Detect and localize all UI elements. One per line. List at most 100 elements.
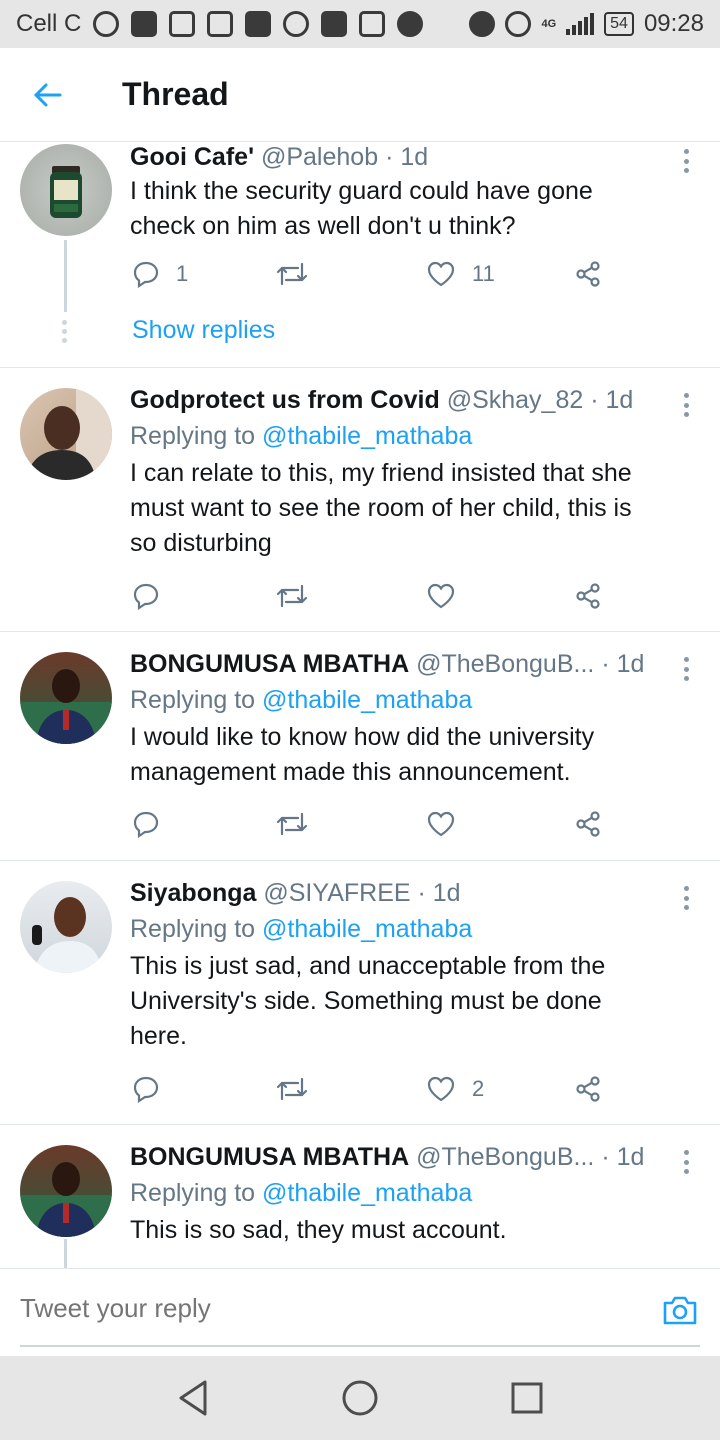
tweet-author-name[interactable]: Siyabonga <box>130 879 256 907</box>
tweet-text: This is so sad, they must account. <box>130 1216 507 1244</box>
reply-composer <box>0 1268 720 1356</box>
like-icon <box>427 261 455 287</box>
system-nav-bar <box>0 1356 720 1440</box>
tweet-item[interactable]: Godprotect us from Covid @Skhay_82 · 1d … <box>0 368 720 632</box>
replying-to-link[interactable]: @thabile_mathaba <box>262 915 472 943</box>
replying-to-prefix: Replying to <box>130 915 256 943</box>
replying-to-prefix: Replying to <box>130 422 256 450</box>
nav-recents-button[interactable] <box>487 1358 567 1438</box>
tweet-author-name[interactable]: Godprotect us from Covid <box>130 386 440 414</box>
reply-button[interactable] <box>132 1075 176 1103</box>
tweet-author-name[interactable]: Gooi Cafe' <box>130 143 254 171</box>
tweet-author-handle[interactable]: @TheBonguB... <box>416 1143 594 1171</box>
tweet-author-name[interactable]: BONGUMUSA MBATHA <box>130 650 409 678</box>
tweet-timestamp: 1d <box>432 879 461 907</box>
retweet-icon <box>276 262 308 286</box>
tweet-author-handle[interactable]: @Palehob <box>261 143 378 171</box>
page-title: Thread <box>122 76 229 112</box>
thread-feed[interactable]: Gooi Cafe' @Palehob · 1d I think the sec… <box>0 142 720 1268</box>
facebook-icon <box>131 11 158 37</box>
avatar[interactable] <box>20 1145 112 1237</box>
reply-underline <box>20 1345 700 1347</box>
tweet-item[interactable]: BONGUMUSA MBATHA @TheBonguB... · 1d Repl… <box>0 1125 720 1268</box>
share-icon <box>576 583 600 609</box>
retweet-icon <box>276 584 308 608</box>
share-button[interactable] <box>574 582 602 610</box>
do-not-disturb-icon <box>469 11 496 37</box>
camera-button[interactable] <box>662 1293 698 1332</box>
meta-separator: · <box>590 386 599 414</box>
reply-button[interactable] <box>132 810 176 838</box>
reply-button[interactable]: 1 <box>132 260 188 288</box>
back-arrow-icon <box>34 83 62 106</box>
replying-to: Replying to @thabile_mathaba <box>130 418 664 454</box>
reply-icon <box>133 811 159 838</box>
tweet-item[interactable]: Gooi Cafe' @Palehob · 1d I think the sec… <box>0 142 720 368</box>
tweet-text: This is just sad, and unacceptable from … <box>130 952 606 1050</box>
like-button[interactable] <box>426 582 472 610</box>
back-button[interactable] <box>0 48 96 142</box>
share-icon <box>576 811 600 837</box>
reply-input[interactable] <box>20 1287 580 1329</box>
replying-to-link[interactable]: @thabile_mathaba <box>262 686 472 714</box>
like-icon <box>427 1076 455 1102</box>
avatar[interactable] <box>20 144 112 236</box>
location-icon <box>283 11 310 37</box>
share-button[interactable] <box>574 260 602 288</box>
like-button[interactable] <box>426 810 472 838</box>
retweet-button[interactable] <box>276 1075 324 1103</box>
retweet-button[interactable] <box>276 582 324 610</box>
cloud-icon <box>397 11 424 37</box>
thread-ellipsis <box>62 320 68 343</box>
reply-icon <box>133 261 159 288</box>
thread-connector <box>64 1239 67 1268</box>
nav-back-icon <box>179 1380 207 1416</box>
more-options-button[interactable] <box>676 1147 696 1177</box>
tweet-author-handle[interactable]: @SIYAFREE <box>263 879 410 907</box>
network-type: 4G <box>541 17 557 30</box>
replying-to-prefix: Replying to <box>130 1179 256 1207</box>
like-icon <box>427 583 455 609</box>
show-replies-link[interactable]: Show replies <box>132 316 275 345</box>
replying-to: Replying to @thabile_mathaba <box>130 682 664 718</box>
meta-separator: · <box>417 879 426 907</box>
avatar[interactable] <box>20 881 112 973</box>
meta-separator: · <box>385 143 394 171</box>
reply-button[interactable] <box>132 582 176 610</box>
share-button[interactable] <box>574 810 602 838</box>
like-button[interactable]: 11 <box>426 260 495 288</box>
nav-home-icon <box>342 1380 378 1416</box>
tweet-item[interactable]: Siyabonga @SIYAFREE · 1d Replying to @th… <box>0 861 720 1125</box>
reply-count: 1 <box>176 261 189 286</box>
replying-to-link[interactable]: @thabile_mathaba <box>262 1179 472 1207</box>
tweet-item[interactable]: BONGUMUSA MBATHA @TheBonguB... · 1d Repl… <box>0 632 720 861</box>
replying-to-link[interactable]: @thabile_mathaba <box>262 422 472 450</box>
retweet-button[interactable] <box>276 810 324 838</box>
like-count: 11 <box>472 261 495 286</box>
nav-back-button[interactable] <box>153 1358 233 1438</box>
tweet-author-handle[interactable]: @Skhay_82 <box>447 386 584 414</box>
alarm-icon <box>505 11 532 37</box>
more-options-button[interactable] <box>676 654 696 684</box>
camera-icon <box>663 1296 697 1325</box>
more-options-button[interactable] <box>676 390 696 420</box>
tweet-timestamp: 1d <box>616 650 645 678</box>
tweet-author-name[interactable]: BONGUMUSA MBATHA <box>130 1143 409 1171</box>
share-button[interactable] <box>574 1075 602 1103</box>
tweet-author-handle[interactable]: @TheBonguB... <box>416 650 594 678</box>
avatar[interactable] <box>20 652 112 744</box>
more-options-button[interactable] <box>676 146 696 176</box>
thread-connector <box>64 240 67 312</box>
mail-icon <box>169 11 196 37</box>
app-icon <box>321 11 348 37</box>
more-options-button[interactable] <box>676 883 696 913</box>
battery-level: 54 <box>610 15 628 32</box>
like-button[interactable]: 2 <box>426 1075 484 1103</box>
clock: 09:28 <box>643 10 704 37</box>
retweet-button[interactable] <box>276 260 324 288</box>
reply-icon <box>133 1076 159 1103</box>
avatar[interactable] <box>20 388 112 480</box>
like-count: 2 <box>472 1076 485 1101</box>
nav-home-button[interactable] <box>320 1358 400 1438</box>
sd-card-icon <box>245 11 272 37</box>
